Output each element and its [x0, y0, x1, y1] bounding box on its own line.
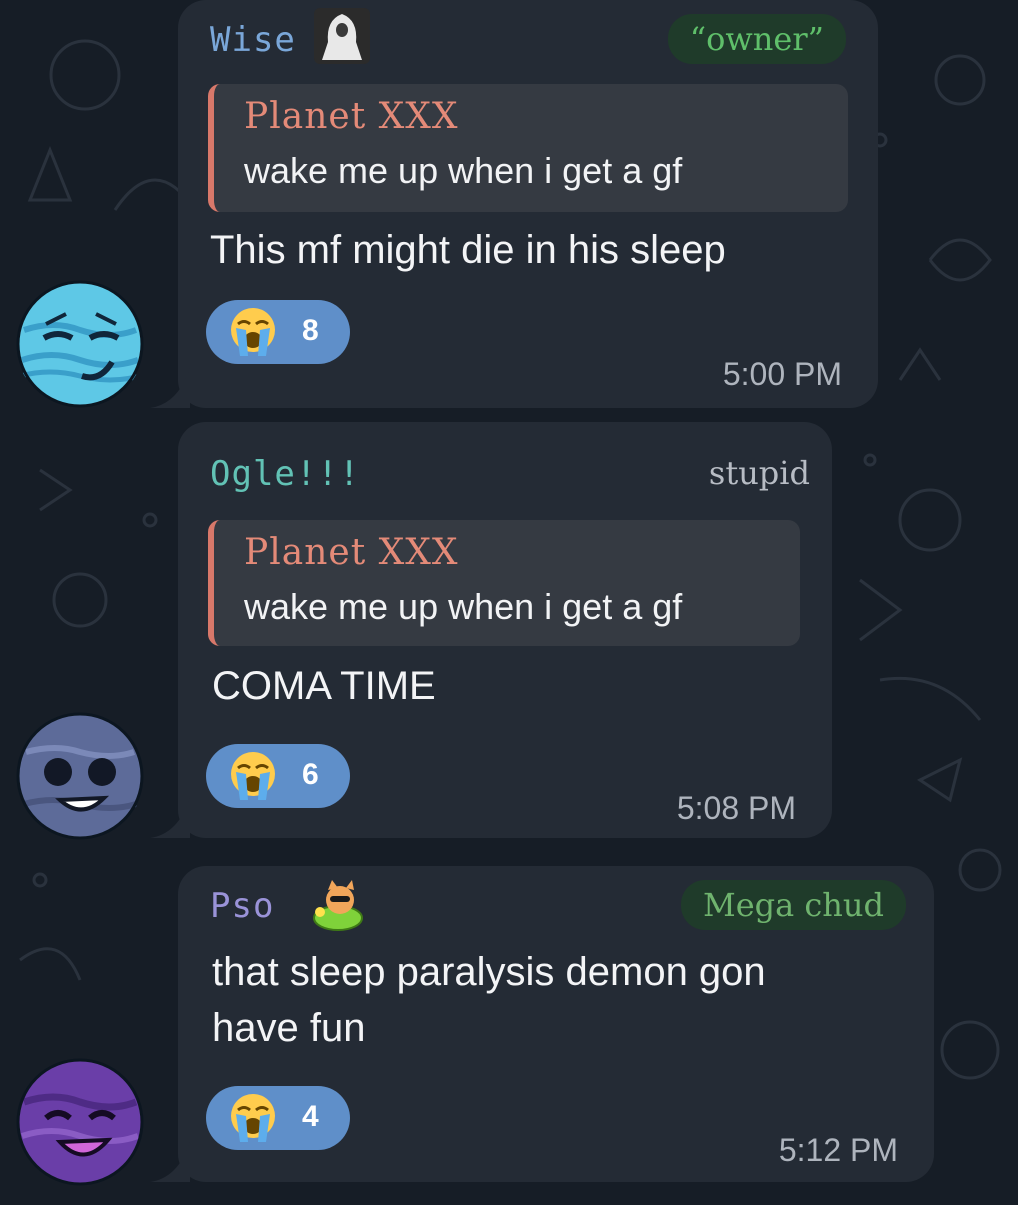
sender-name[interactable]: Wise	[210, 20, 296, 60]
message-text: COMA TIME	[212, 664, 436, 708]
reply-quote[interactable]: Planet XXX wake me up when i get a gf	[208, 84, 848, 212]
loudly-crying-face-icon	[231, 752, 275, 800]
reaction-button[interactable]: 6	[206, 744, 350, 808]
avatar[interactable]	[16, 280, 144, 408]
bubble-tail	[150, 1142, 190, 1182]
loudly-crying-face-icon	[231, 308, 275, 356]
reaction-count: 4	[302, 1100, 319, 1133]
reply-text: wake me up when i get a gf	[244, 586, 683, 627]
hooded-figure-icon	[314, 8, 370, 64]
bubble-tail	[150, 798, 190, 838]
loudly-crying-face-icon	[231, 1094, 275, 1142]
reaction-button[interactable]: 4	[206, 1086, 350, 1150]
reply-sender-name: Planet XXX	[244, 96, 459, 137]
reply-text: wake me up when i get a gf	[244, 150, 683, 191]
message-timestamp: 5:12 PM	[778, 1132, 898, 1168]
message-timestamp: 5:00 PM	[722, 356, 842, 392]
reaction-count: 6	[302, 758, 319, 791]
message-text-line: that sleep paralysis demon gon	[212, 950, 766, 994]
message-text: This mf might die in his sleep	[210, 228, 726, 272]
message-bubble[interactable]: Ogle!!! stupid Planet XXX wake me up whe…	[178, 422, 832, 838]
message-text-line: have fun	[212, 1006, 366, 1050]
avatar[interactable]	[16, 1058, 144, 1186]
cat-in-float-icon	[310, 876, 366, 932]
member-role-badge: stupid	[708, 454, 810, 492]
sender-name[interactable]: Ogle!!!	[210, 454, 360, 494]
sender-name[interactable]: Pso	[210, 886, 274, 926]
member-role-badge: “owner”	[667, 14, 846, 64]
reaction-button[interactable]: 8	[206, 300, 350, 364]
member-role-badge: Mega chud	[680, 880, 906, 930]
reply-quote[interactable]: Planet XXX wake me up when i get a gf	[208, 520, 800, 646]
message-timestamp: 5:08 PM	[676, 790, 796, 826]
reaction-count: 8	[302, 314, 319, 347]
bubble-tail	[150, 368, 190, 408]
avatar[interactable]	[16, 712, 144, 840]
message-bubble[interactable]: Pso Mega chud that sleep paralysis demon…	[178, 866, 934, 1182]
reply-sender-name: Planet XXX	[244, 532, 459, 573]
message-bubble[interactable]: Wise “owner” Planet XXX wake me up when …	[178, 0, 878, 408]
